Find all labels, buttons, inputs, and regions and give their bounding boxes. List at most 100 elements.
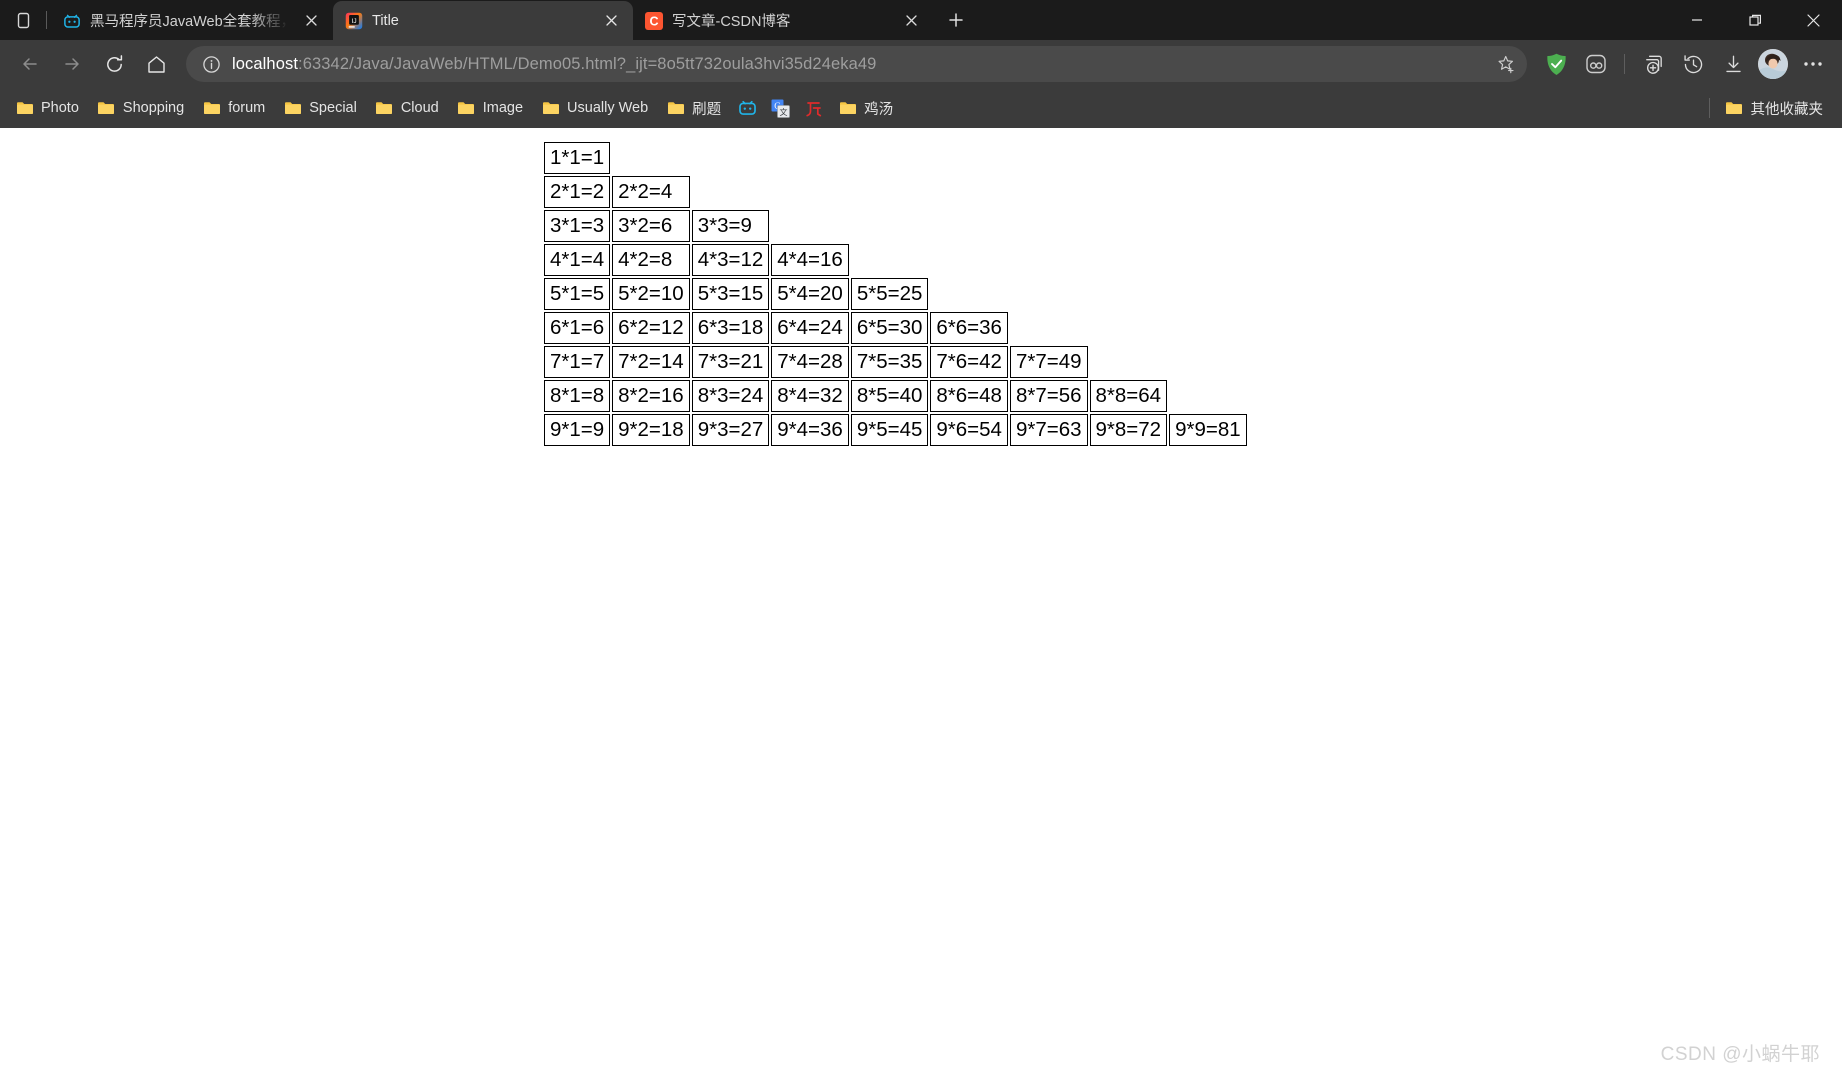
zhihu-icon bbox=[804, 99, 823, 118]
bookmark-zhihu[interactable] bbox=[798, 94, 829, 122]
history-icon[interactable] bbox=[1674, 46, 1712, 82]
url-path: :63342/Java/JavaWeb/HTML/Demo05.html?_ij… bbox=[298, 54, 877, 73]
bookmark-jitang[interactable]: 鸡汤 bbox=[831, 94, 902, 122]
csdn-watermark: CSDN @小蜗牛耶 bbox=[1660, 1044, 1820, 1065]
settings-more-icon[interactable] bbox=[1794, 46, 1832, 82]
bookmark-bilibili[interactable] bbox=[732, 94, 763, 122]
browser-tab-csdn[interactable]: C 写文章-CSDN博客 bbox=[633, 1, 933, 40]
multiplication-cell: 9*7=63 bbox=[1009, 414, 1088, 446]
reload-button[interactable] bbox=[94, 46, 134, 82]
tab-close-button[interactable] bbox=[299, 9, 323, 33]
multiplication-cell: 8*7=56 bbox=[1009, 380, 1088, 412]
folder-icon bbox=[666, 99, 685, 118]
bookmark-label: Usually Web bbox=[567, 100, 649, 116]
table-row: 4*1=4 4*2=8 4*3=12 4*4=16 bbox=[544, 244, 1247, 276]
multiplication-cell: 6*6=36 bbox=[930, 312, 1008, 344]
table-row: 7*1=7 7*2=14 7*3=21 7*4=28 7*5=35 7*6=42 7*7=4… bbox=[544, 346, 1247, 378]
multiplication-cell: 9*5=45 bbox=[850, 414, 929, 446]
url-host: localhost bbox=[232, 54, 299, 73]
bookmarks-bar-right: 其他收藏夹 bbox=[1708, 94, 1835, 122]
browser-window: 黑马程序员JavaWeb全套教程，J IJ Title C 写文章-CSDN博客… bbox=[0, 0, 1842, 1080]
multiplication-cell: 6*1=6 bbox=[544, 312, 611, 344]
bookmark-special[interactable]: Special bbox=[276, 94, 366, 122]
multiplication-cell: 7*7=49 bbox=[1009, 346, 1088, 378]
avatar bbox=[1758, 49, 1788, 79]
browser-tab-title-active[interactable]: IJ Title bbox=[333, 1, 633, 40]
bookmark-shopping[interactable]: Shopping bbox=[90, 94, 193, 122]
multiplication-cell: 8*6=48 bbox=[930, 380, 1008, 412]
bookmark-label: 鸡汤 bbox=[864, 101, 894, 118]
multiplication-cell: 6*4=24 bbox=[771, 312, 849, 344]
multiplication-cell: 5*1=5 bbox=[544, 278, 611, 310]
multiplication-cell: 9*4=36 bbox=[771, 414, 849, 446]
multiplication-cell: 8*5=40 bbox=[850, 380, 929, 412]
bookmark-label: Image bbox=[482, 100, 524, 116]
minimize-button[interactable] bbox=[1668, 0, 1726, 40]
table-row: 1*1=1 bbox=[544, 142, 1247, 174]
svg-text:C: C bbox=[649, 14, 658, 28]
new-tab-button[interactable] bbox=[939, 3, 973, 37]
page-viewport: 1*1=1 2*1=2 2*2=4 3*1=3 3*2=6 3*3=9 4*1=4 4*2=8… bbox=[0, 128, 1842, 1080]
tab-search-button[interactable] bbox=[0, 0, 46, 40]
multiplication-cell: 9*8=72 bbox=[1089, 414, 1168, 446]
adguard-shield-icon[interactable] bbox=[1537, 46, 1575, 82]
home-button[interactable] bbox=[136, 46, 176, 82]
info-circle-icon[interactable] bbox=[200, 53, 222, 75]
tab-close-button[interactable] bbox=[599, 9, 623, 33]
profile-avatar[interactable] bbox=[1754, 46, 1792, 82]
folder-icon bbox=[375, 99, 394, 118]
multiplication-cell: 5*3=15 bbox=[691, 278, 770, 310]
multiplication-cell: 7*6=42 bbox=[930, 346, 1008, 378]
address-bar[interactable]: localhost:63342/Java/JavaWeb/HTML/Demo05… bbox=[186, 46, 1527, 82]
multiplication-cell: 9*9=81 bbox=[1169, 414, 1247, 446]
bookmark-cloud[interactable]: Cloud bbox=[368, 94, 448, 122]
multiplication-cell: 5*4=20 bbox=[771, 278, 849, 310]
address-bar-url: localhost:63342/Java/JavaWeb/HTML/Demo05… bbox=[232, 55, 1485, 74]
tab-strip: 黑马程序员JavaWeb全套教程，J IJ Title C 写文章-CSDN博客 bbox=[51, 0, 973, 40]
collections-icon[interactable] bbox=[1634, 46, 1672, 82]
back-button[interactable] bbox=[10, 46, 50, 82]
table-row: 3*1=3 3*2=6 3*3=9 bbox=[544, 210, 1247, 242]
multiplication-cell: 6*2=12 bbox=[612, 312, 690, 344]
bilibili-icon bbox=[63, 12, 81, 30]
multiplication-cell: 7*5=35 bbox=[850, 346, 929, 378]
folder-icon bbox=[457, 99, 476, 118]
bookmarks-divider bbox=[1708, 98, 1710, 118]
bookmark-usually-web[interactable]: Usually Web bbox=[534, 94, 657, 122]
browser-tab-bilibili[interactable]: 黑马程序员JavaWeb全套教程，J bbox=[51, 1, 333, 40]
multiplication-cell: 4*4=16 bbox=[771, 244, 849, 276]
bookmark-shuati[interactable]: 刷题 bbox=[659, 94, 730, 122]
star-plus-icon[interactable] bbox=[1491, 49, 1521, 79]
bookmark-label: Shopping bbox=[122, 100, 185, 116]
multiplication-cell: 8*1=8 bbox=[544, 380, 611, 412]
tab-close-button[interactable] bbox=[899, 9, 923, 33]
google-translate-icon: G 文 bbox=[771, 99, 790, 118]
bookmark-image[interactable]: Image bbox=[450, 94, 532, 122]
table-row: 9*1=9 9*2=18 9*3=27 9*4=36 9*5=45 9*6=54 9*7=6… bbox=[544, 414, 1247, 446]
tab-title: 写文章-CSDN博客 bbox=[672, 14, 791, 30]
multiplication-cell: 1*1=1 bbox=[544, 142, 611, 174]
bookmark-google-translate[interactable]: G 文 bbox=[765, 94, 796, 122]
multiplication-cell: 7*3=21 bbox=[691, 346, 770, 378]
bookmarks-bar: Photo Shopping forum Special Cloud Image… bbox=[0, 88, 1842, 128]
folder-icon bbox=[15, 99, 34, 118]
title-bar: 黑马程序员JavaWeb全套教程，J IJ Title C 写文章-CSDN博客 bbox=[0, 0, 1842, 40]
downloads-icon[interactable] bbox=[1714, 46, 1752, 82]
restore-button[interactable] bbox=[1726, 0, 1784, 40]
multiplication-cell: 3*1=3 bbox=[544, 210, 611, 242]
extension-oo-icon[interactable] bbox=[1577, 46, 1615, 82]
close-button[interactable] bbox=[1784, 0, 1842, 40]
bookmark-forum[interactable]: forum bbox=[195, 94, 274, 122]
bookmark-photo[interactable]: Photo bbox=[8, 94, 88, 122]
bookmark-label: Special bbox=[309, 100, 357, 116]
bookmark-other-bookmarks[interactable]: 其他收藏夹 bbox=[1718, 94, 1833, 122]
window-controls bbox=[1668, 0, 1842, 40]
multiplication-cell: 6*3=18 bbox=[691, 312, 770, 344]
forward-button[interactable] bbox=[52, 46, 92, 82]
page-content: 1*1=1 2*1=2 2*2=4 3*1=3 3*2=6 3*3=9 4*1=4 4*2=8… bbox=[0, 128, 1842, 448]
multiplication-cell: 8*8=64 bbox=[1089, 380, 1168, 412]
table-row: 6*1=6 6*2=12 6*3=18 6*4=24 6*5=30 6*6=36 bbox=[544, 312, 1247, 344]
bookmark-label: forum bbox=[228, 100, 266, 116]
csdn-icon: C bbox=[645, 11, 663, 30]
multiplication-cell: 8*4=32 bbox=[771, 380, 849, 412]
